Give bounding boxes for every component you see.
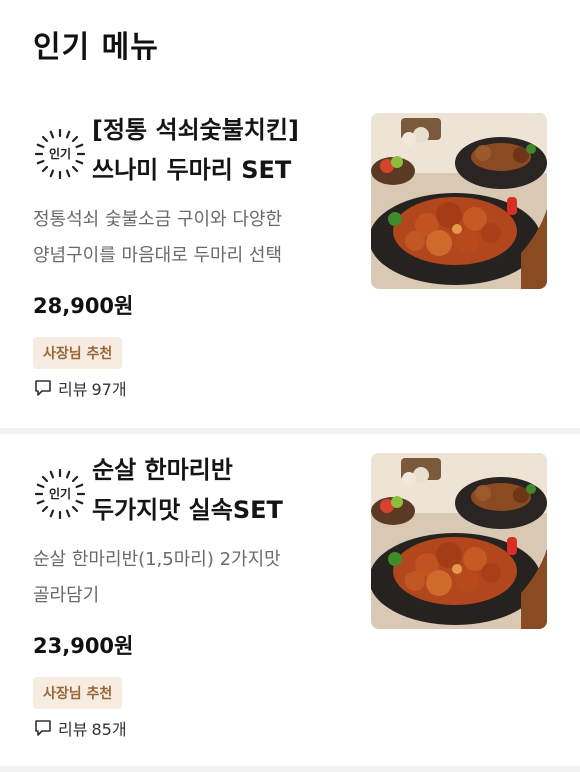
popular-badge-label: 인기 bbox=[48, 147, 72, 161]
popular-badge-icon: 인기 bbox=[34, 468, 86, 520]
item-description-line2: 양념구이를 마음대로 두마리 선택 bbox=[33, 245, 283, 266]
grilled-chicken-photo-icon bbox=[371, 453, 547, 629]
popular-badge-label: 인기 bbox=[48, 487, 72, 501]
menu-item[interactable]: 인기 순살 한마리반 두가지맛 실속SET 순살 한마리반(1,5마리) 2가지… bbox=[0, 438, 580, 768]
section-title: 인기 메뉴 bbox=[33, 30, 159, 65]
item-price: 23,900원 bbox=[33, 634, 134, 658]
item-name-line1: [정통 석쇠숯불치킨] bbox=[92, 116, 299, 144]
comment-icon bbox=[35, 720, 51, 736]
review-count[interactable]: 리뷰 85개 bbox=[34, 717, 127, 739]
review-number: 85개 bbox=[91, 720, 127, 739]
review-count[interactable]: 리뷰 97개 bbox=[34, 377, 127, 399]
section-divider bbox=[0, 428, 580, 434]
grilled-chicken-photo-icon bbox=[371, 113, 547, 289]
item-name-line1: 순살 한마리반 bbox=[92, 456, 233, 484]
item-price: 28,900원 bbox=[33, 294, 134, 318]
item-description-line1: 순살 한마리반(1,5마리) 2가지맛 bbox=[33, 549, 281, 570]
menu-photo[interactable] bbox=[371, 453, 547, 629]
owner-recommend-tag: 사장님 추천 bbox=[33, 337, 123, 369]
owner-recommend-tag: 사장님 추천 bbox=[33, 677, 123, 709]
item-description-line1: 정통석쇠 숯불소금 구이와 다양한 bbox=[33, 209, 283, 230]
review-number: 97개 bbox=[91, 380, 127, 399]
review-label: 리뷰 bbox=[58, 720, 88, 739]
item-name-line2: 쓰나미 두마리 SET bbox=[92, 156, 292, 184]
item-description-line2: 골라담기 bbox=[33, 585, 100, 606]
comment-icon bbox=[35, 380, 51, 396]
menu-item[interactable]: 인기 [정통 석쇠숯불치킨] 쓰나미 두마리 SET 정통석쇠 숯불소금 구이와… bbox=[0, 98, 580, 428]
section-divider bbox=[0, 766, 580, 772]
item-name-line2: 두가지맛 실속SET bbox=[92, 496, 283, 524]
popular-badge-icon: 인기 bbox=[34, 128, 86, 180]
menu-photo[interactable] bbox=[371, 113, 547, 289]
review-label: 리뷰 bbox=[58, 380, 88, 399]
